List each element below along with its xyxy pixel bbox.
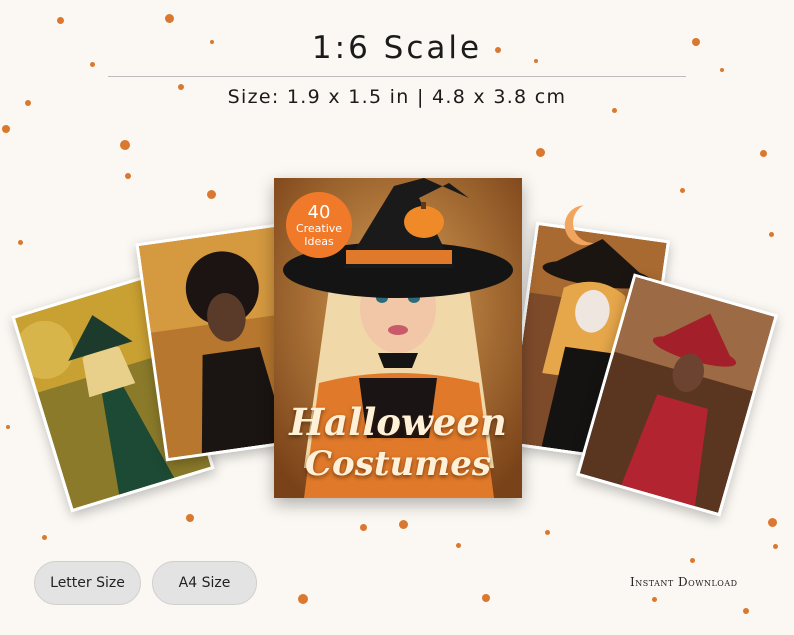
cover-title-line-2: Costumes [304,444,492,484]
badge-line-1: Creative [295,221,343,235]
badge-number: 40 [307,201,331,223]
badge-line-2: Ideas [304,234,334,248]
ideas-count-badge: 40 Creative Ideas [286,192,352,258]
cover-title-line-1: Halloween [289,400,507,444]
title-divider [108,76,686,77]
main-cover: 40 Creative Ideas Halloween Costumes [274,178,522,498]
size-subtitle: Size: 1.9 x 1.5 in | 4.8 x 3.8 cm [227,86,567,108]
a4-size-button[interactable]: A4 Size [152,561,257,605]
page-title: 1:6 Scale [311,30,483,66]
instant-download-label: Instant Download [630,575,738,589]
letter-size-button[interactable]: Letter Size [34,561,141,605]
